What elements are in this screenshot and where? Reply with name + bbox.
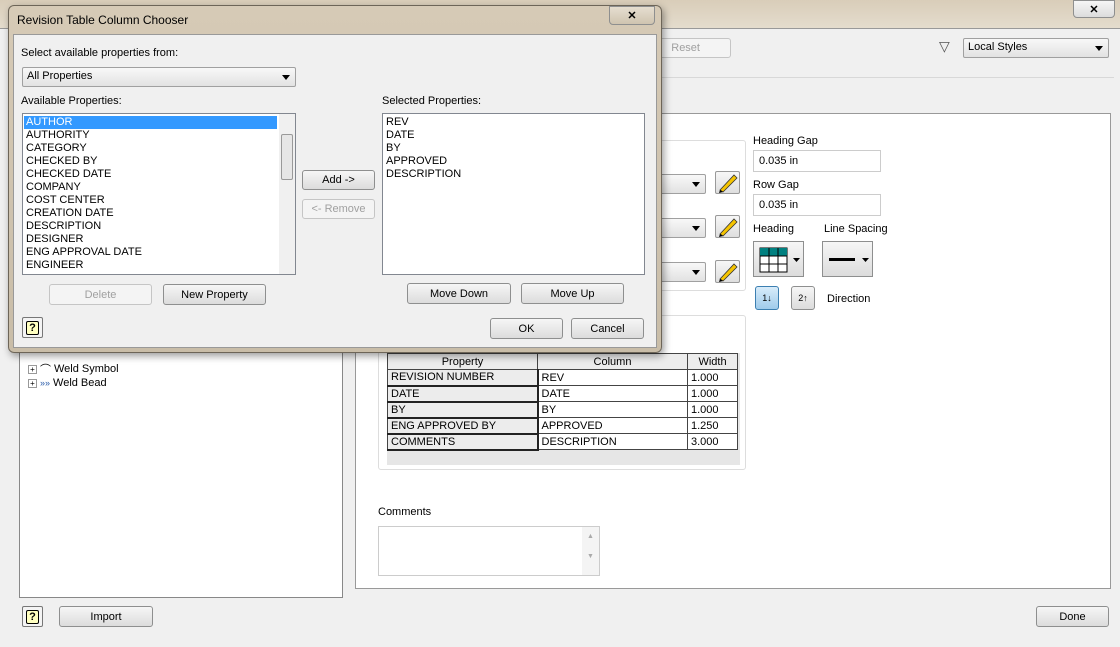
row-gap-label: Row Gap <box>753 179 799 191</box>
edit-pencil-icon[interactable] <box>715 171 740 194</box>
direction-label: Direction <box>827 293 871 305</box>
source-label: Select available properties from: <box>21 47 179 59</box>
tree-item-weld-symbol[interactable]: + ⌒ Weld Symbol <box>28 361 119 377</box>
available-scrollbar[interactable] <box>279 114 295 274</box>
cell-property: ENG APPROVED BY <box>387 417 539 435</box>
cell-property: DATE <box>387 385 539 403</box>
row-gap-input[interactable]: 0.035 in <box>753 194 881 216</box>
list-item[interactable]: CREATION DATE <box>24 207 277 220</box>
cell-property: COMMENTS <box>387 433 539 451</box>
weld-bead-icon: »» <box>40 378 51 388</box>
import-button[interactable]: Import <box>59 606 153 627</box>
direction-top-down-button[interactable]: 1↓ <box>755 286 779 310</box>
list-item[interactable]: COST CENTER <box>24 194 277 207</box>
column-header-column: Column <box>537 353 688 370</box>
move-down-button[interactable]: Move Down <box>407 283 511 304</box>
list-item[interactable]: CATEGORY <box>24 142 277 155</box>
cell-width[interactable]: 1.000 <box>687 385 738 402</box>
column-chooser-dialog: Revision Table Column Chooser ✕ Select a… <box>8 5 662 353</box>
table-row[interactable]: BY BY 1.000 <box>387 401 738 419</box>
style-filter-value: Local Styles <box>968 41 1028 53</box>
cell-property: BY <box>387 401 539 419</box>
new-property-button[interactable]: New Property <box>163 284 266 305</box>
list-item[interactable]: ENG APPROVAL DATE <box>24 246 277 259</box>
cell-column[interactable]: DESCRIPTION <box>537 433 688 450</box>
heading-gap-input[interactable]: 0.035 in <box>753 150 881 172</box>
cell-width[interactable]: 1.250 <box>687 417 738 434</box>
list-item[interactable]: DESIGNER <box>24 233 277 246</box>
list-item[interactable]: BY <box>384 142 643 155</box>
list-item[interactable]: CHECKED BY <box>24 155 277 168</box>
done-button[interactable]: Done <box>1036 606 1109 627</box>
comments-label: Comments <box>378 506 432 518</box>
add-button[interactable]: Add -> <box>302 170 375 190</box>
help-button[interactable]: ? <box>22 606 43 627</box>
table-row[interactable]: REVISION NUMBER REV 1.000 <box>387 369 738 387</box>
weld-symbol-icon: ⌒ <box>40 364 51 376</box>
style-filter-select[interactable]: Local Styles <box>963 38 1109 58</box>
list-item[interactable]: COMPANY <box>24 181 277 194</box>
list-item[interactable]: DESCRIPTION <box>24 220 277 233</box>
line-spacing-dropdown[interactable] <box>822 241 873 277</box>
cell-width[interactable]: 3.000 <box>687 433 738 450</box>
selected-label: Selected Properties: <box>382 95 482 107</box>
list-item[interactable]: AUTHORITY <box>24 129 277 142</box>
direction-bottom-up-button[interactable]: 2↑ <box>791 286 815 310</box>
ok-button[interactable]: OK <box>490 318 563 339</box>
source-select[interactable]: All Properties <box>22 67 296 87</box>
cell-column[interactable]: APPROVED <box>537 417 688 434</box>
delete-button[interactable]: Delete <box>49 284 152 305</box>
line-spacing-label: Line Spacing <box>824 223 888 235</box>
list-item[interactable]: CHECKED DATE <box>24 168 277 181</box>
edit-pencil-icon[interactable] <box>715 260 740 283</box>
list-item[interactable]: APPROVED <box>384 155 643 168</box>
column-header-property: Property <box>387 353 538 370</box>
table-row[interactable]: ENG APPROVED BY APPROVED 1.250 <box>387 417 738 435</box>
table-row[interactable]: COMMENTS DESCRIPTION 3.000 <box>387 433 738 451</box>
table-heading-icon <box>759 247 800 273</box>
dialog-help-button[interactable]: ? <box>22 317 43 338</box>
cancel-button[interactable]: Cancel <box>571 318 644 339</box>
cell-width[interactable]: 1.000 <box>687 369 738 386</box>
heading-gap-label: Heading Gap <box>753 135 818 147</box>
available-label: Available Properties: <box>21 95 122 107</box>
line-spacing-icon <box>828 258 869 262</box>
heading-label: Heading <box>753 223 794 235</box>
dialog-close-button[interactable]: ✕ <box>609 6 655 25</box>
comments-textarea[interactable] <box>378 526 600 576</box>
table-row[interactable]: DATE DATE 1.000 <box>387 385 738 403</box>
list-item[interactable]: DESCRIPTION <box>384 168 643 181</box>
available-properties-list[interactable]: AUTHOR AUTHORITY CATEGORY CHECKED BY CHE… <box>22 113 296 275</box>
selected-properties-list[interactable]: REV DATE BY APPROVED DESCRIPTION <box>382 113 645 275</box>
column-header-width: Width <box>687 353 738 370</box>
tree-item-weld-bead[interactable]: +»» Weld Bead <box>28 377 107 389</box>
edit-pencil-icon[interactable] <box>715 215 740 238</box>
filter-icon[interactable]: ▽ <box>939 38 950 55</box>
move-up-button[interactable]: Move Up <box>521 283 624 304</box>
remove-button[interactable]: <- Remove <box>302 199 375 219</box>
list-item[interactable]: REV <box>384 116 643 129</box>
close-button[interactable]: ✕ <box>1073 0 1115 18</box>
cell-width[interactable]: 1.000 <box>687 401 738 418</box>
revision-column-table[interactable]: Property Column Width REVISION NUMBER REV… <box>387 353 738 451</box>
dialog-title: Revision Table Column Chooser <box>17 13 189 27</box>
cell-property: REVISION NUMBER <box>387 369 539 387</box>
list-item[interactable]: DATE <box>384 129 643 142</box>
heading-style-dropdown[interactable] <box>753 241 804 277</box>
cell-column[interactable]: REV <box>537 369 688 386</box>
comments-scrollbar[interactable]: ▲ ▼ <box>582 527 599 575</box>
cell-column[interactable]: DATE <box>537 385 688 402</box>
cell-column[interactable]: BY <box>537 401 688 418</box>
list-item[interactable]: AUTHOR <box>24 116 277 129</box>
list-item[interactable]: ENGINEER <box>24 259 277 272</box>
